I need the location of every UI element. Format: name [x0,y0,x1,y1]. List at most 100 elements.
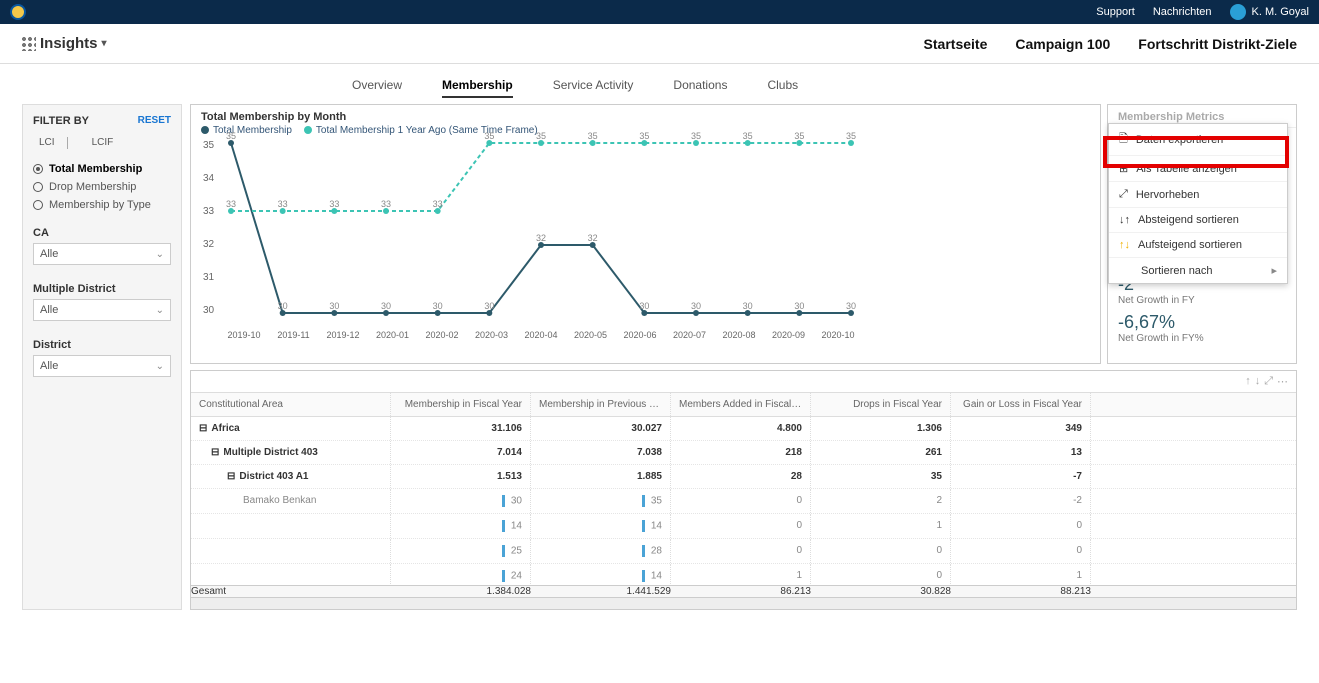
chart-datalabel: 35 [846,131,856,141]
expand-all-icon[interactable]: ⤢ [1264,375,1273,388]
chart-card: Total Membership by Month Total Membersh… [190,104,1101,364]
col-gainloss[interactable]: Gain or Loss in Fiscal Year [951,393,1091,416]
table-row[interactable]: 2528000 [191,539,1296,564]
chart-datalabel: 32 [588,233,598,243]
org-segment[interactable]: LCI LCIF [33,137,171,149]
bar-indicator-icon [502,570,505,582]
bar-indicator-icon [642,495,645,507]
col-area[interactable]: Constitutional Area [191,393,391,416]
menu-show-as-table[interactable]: ⊞ Als Tabelle anzeigen [1109,156,1287,182]
kpi-net-growth-label: Net Growth in FY [1118,295,1286,306]
expand-icon[interactable]: ⊟ [227,471,235,482]
tab-service-activity[interactable]: Service Activity [553,78,634,98]
tab-clubs[interactable]: Clubs [767,78,798,98]
brand-logo [10,4,26,20]
expand-icon[interactable]: ⊟ [199,423,207,434]
tab-donations[interactable]: Donations [673,78,727,98]
export-icon: 🗎 [1119,130,1128,149]
sort-desc-icon: ↓↑ [1119,214,1130,226]
table-toolbar: ↑ ↓ ⤢ ⋯ [191,371,1296,392]
avatar-icon [1230,4,1246,20]
app-title[interactable]: Insights ▾ [22,35,107,52]
chart-datalabel: 35 [639,131,649,141]
chevron-down-icon: ⌄ [156,249,164,260]
menu-sort-by[interactable]: Sortieren nach ▸ [1109,258,1287,283]
bar-indicator-icon [502,495,505,507]
radio-total-membership[interactable]: Total Membership [33,163,171,175]
chart-datalabel: 35 [536,131,546,141]
drill-up-icon[interactable]: ↑ [1245,375,1251,388]
bar-indicator-icon [502,520,505,532]
chart-datalabel: 33 [329,199,339,209]
nav-fortschritt[interactable]: Fortschritt Distrikt-Ziele [1138,36,1297,52]
kpi-net-growth-pct-label: Net Growth in FY% [1118,333,1286,344]
messages-link[interactable]: Nachrichten [1153,6,1212,18]
user-name: K. M. Goyal [1252,6,1309,18]
menu-sort-desc[interactable]: ↓↑ Absteigend sortieren [1109,208,1287,233]
context-menu: 🗎 Daten exportieren ⊞ Als Tabelle anzeig… [1108,123,1288,284]
support-link[interactable]: Support [1096,6,1135,18]
filter-district-label: District [33,339,171,351]
menu-sort-asc[interactable]: ↑↓ Aufsteigend sortieren [1109,233,1287,258]
sub-bar: Insights ▾ Startseite Campaign 100 Forts… [0,24,1319,64]
legend-marker-series2-icon [302,125,313,136]
nav-campaign-100[interactable]: Campaign 100 [1015,36,1110,52]
chart-datalabel: 33 [226,199,236,209]
metric-radios: Total Membership Drop Membership Members… [33,163,171,211]
sort-asc-icon: ↑↓ [1119,239,1130,251]
chart-datalabel: 33 [278,199,288,209]
report-tabs: Overview Membership Service Activity Don… [22,72,1297,104]
sub-nav: Startseite Campaign 100 Fortschritt Dist… [924,36,1297,52]
chevron-down-icon: ▾ [102,38,107,49]
bar-indicator-icon [642,570,645,582]
filter-district-dropdown[interactable]: Alle⌄ [33,355,171,377]
chart-datalabel: 30 [639,301,649,311]
table-horizontal-scrollbar[interactable] [191,597,1296,609]
drill-down-icon[interactable]: ↓ [1255,375,1261,388]
col-membership-prev[interactable]: Membership in Previous Fiscal Year [531,393,671,416]
legend-marker-series1-icon [201,126,209,134]
metrics-card: Membership Metrics 🗎 Daten exportieren ⊞… [1107,104,1297,364]
filter-by-label: FILTER BY [33,115,89,127]
chart-datalabel: 32 [536,233,546,243]
chart-datalabel: 30 [433,301,443,311]
col-drops[interactable]: Drops in Fiscal Year [811,393,951,416]
table-row[interactable]: ⊟Africa31.10630.0274.8001.306349 [191,417,1296,441]
filter-md-dropdown[interactable]: Alle⌄ [33,299,171,321]
bar-indicator-icon [642,545,645,557]
table-icon: ⊞ [1119,162,1128,175]
user-menu[interactable]: K. M. Goyal [1230,4,1309,20]
chart-datalabel: 30 [846,301,856,311]
expand-icon[interactable]: ⊟ [211,447,219,458]
menu-highlight[interactable]: ⤢ Hervorheben [1109,182,1287,208]
chart-datalabel: 30 [794,301,804,311]
chart-datalabel: 35 [226,131,236,141]
reset-button[interactable]: RESET [138,115,171,127]
tab-overview[interactable]: Overview [352,78,402,98]
more-options-icon[interactable]: ⋯ [1277,375,1288,388]
table-row[interactable]: 1414010 [191,514,1296,539]
bar-indicator-icon [642,520,645,532]
filter-ca-dropdown[interactable]: Alle⌄ [33,243,171,265]
table-row[interactable]: ⊟Multiple District 4037.0147.03821826113 [191,441,1296,465]
filter-md-label: Multiple District [33,283,171,295]
tab-membership[interactable]: Membership [442,78,513,98]
table-header: Constitutional Area Membership in Fiscal… [191,392,1296,417]
table-row[interactable]: ⊟District 403 A11.5131.8852835-7 [191,465,1296,489]
radio-membership-by-type[interactable]: Membership by Type [33,199,171,211]
nav-startseite[interactable]: Startseite [924,36,988,52]
menu-export-data[interactable]: 🗎 Daten exportieren [1109,124,1287,156]
col-added[interactable]: Members Added in Fiscal Year [671,393,811,416]
chart-plot[interactable]: 353433323130 2019-102019-112019-122020-0… [221,140,861,340]
col-membership-fy[interactable]: Membership in Fiscal Year [391,393,531,416]
chart-datalabel: 33 [433,199,443,209]
chart-datalabel: 35 [588,131,598,141]
radio-drop-membership[interactable]: Drop Membership [33,181,171,193]
table-row[interactable]: 2414101 [191,564,1296,585]
chart-datalabel: 30 [743,301,753,311]
app-grid-icon [22,37,36,51]
chart-datalabel: 35 [691,131,701,141]
chart-datalabel: 35 [743,131,753,141]
table-body[interactable]: ⊟Africa31.10630.0274.8001.306349⊟Multipl… [191,417,1296,585]
table-row[interactable]: Bamako Benkan303502-2 [191,489,1296,514]
